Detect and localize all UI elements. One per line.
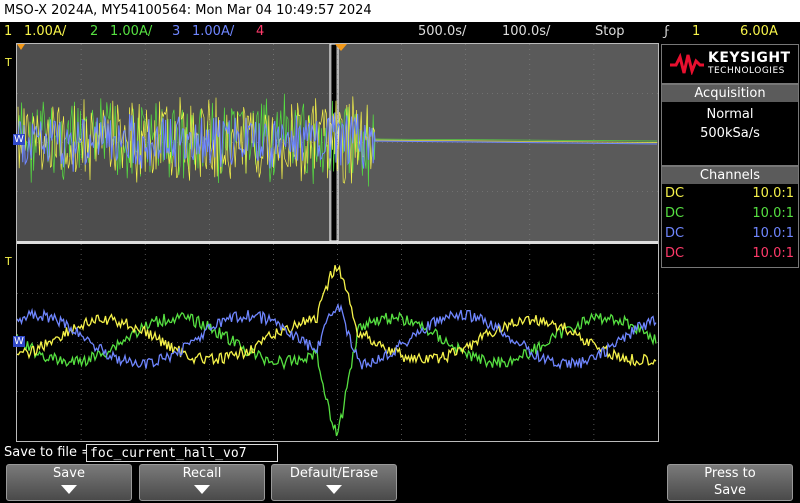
keysight-wave-icon <box>670 53 704 75</box>
filename-input[interactable] <box>86 444 278 462</box>
trigger-level[interactable]: 6.00A <box>740 22 778 42</box>
zone-divider <box>17 241 658 244</box>
brand-name: KEYSIGHT <box>708 50 791 66</box>
channel-coupling: DC <box>665 206 685 221</box>
arrow-down-icon <box>326 485 342 494</box>
status-bar: 1 1.00A/ 2 1.00A/ 3 1.00A/ 4 500.0s/ 100… <box>0 22 800 42</box>
lower-ground-marker[interactable]: W <box>13 336 25 347</box>
channel-probe: 10.0:1 <box>752 186 794 201</box>
default-erase-softkey[interactable]: Default/Erase <box>271 464 397 501</box>
save-softkey-label: Save <box>53 466 85 481</box>
acquisition-rate: 500kSa/s <box>700 126 760 141</box>
lower-traces <box>17 264 657 437</box>
channel-coupling: DC <box>665 226 685 241</box>
trigger-channel[interactable]: 1 <box>692 22 700 42</box>
window-title: MSO-X 2024A, MY54100564: Mon Mar 04 10:4… <box>4 3 372 18</box>
channel-probe: 10.0:1 <box>752 246 794 261</box>
ch3-number[interactable]: 3 <box>172 22 180 42</box>
timebase[interactable]: 500.0s/ <box>418 22 466 42</box>
upper-ground-marker[interactable]: W <box>13 134 25 145</box>
press-to-save-softkey[interactable]: Press to Save <box>667 464 793 501</box>
lower-trigger-level-marker[interactable]: T <box>5 255 12 268</box>
upper-trigger-level-marker[interactable]: T <box>5 56 12 69</box>
press-to-save-label-2: Save <box>714 483 746 498</box>
brand-sub: TECHNOLOGIES <box>708 66 785 76</box>
save-to-file-label: Save to file = <box>4 445 93 460</box>
channel-row: DC 10.0:1 <box>662 204 798 224</box>
right-panel: KEYSIGHT TECHNOLOGIES Acquisition Normal… <box>659 44 800 269</box>
channel-row: DC 10.0:1 <box>662 184 798 204</box>
ch3-scale[interactable]: 1.00A/ <box>192 22 234 42</box>
arrow-down-icon <box>194 485 210 494</box>
channel-row: DC 10.0:1 <box>662 244 798 264</box>
recall-softkey-label: Recall <box>182 466 222 481</box>
ch1-number[interactable]: 1 <box>4 22 12 42</box>
channel-coupling: DC <box>665 246 685 261</box>
channel-row: DC 10.0:1 <box>662 224 798 244</box>
waveform-display[interactable]: T T W W <box>5 43 659 442</box>
ch2-scale[interactable]: 1.00A/ <box>110 22 152 42</box>
lower-trace-ch3 <box>17 302 657 370</box>
acquisition-panel[interactable]: Acquisition Normal 500kSa/s <box>661 84 799 166</box>
channels-panel[interactable]: Channels DC 10.0:1 DC 10.0:1 DC 10.0:1 D… <box>661 166 799 268</box>
ch4-number[interactable]: 4 <box>256 22 264 42</box>
run-state: Stop <box>595 24 625 39</box>
save-softkey[interactable]: Save <box>6 464 132 501</box>
title-bar: MSO-X 2024A, MY54100564: Mon Mar 04 10:4… <box>0 0 800 22</box>
channel-coupling: DC <box>665 186 685 201</box>
recall-softkey[interactable]: Recall <box>139 464 265 501</box>
acquisition-mode: Normal <box>706 107 754 122</box>
trigger-edge-icon: ϝ <box>664 24 670 39</box>
ch1-scale[interactable]: 1.00A/ <box>24 22 66 42</box>
acquisition-title: Acquisition <box>662 85 798 102</box>
keysight-logo: KEYSIGHT TECHNOLOGIES <box>661 44 799 84</box>
lower-trace-ch2 <box>17 311 657 437</box>
default-erase-softkey-label: Default/Erase <box>289 466 379 481</box>
waveform-svg <box>17 44 658 441</box>
arrow-down-icon <box>61 485 77 494</box>
channel-probe: 10.0:1 <box>752 206 794 221</box>
delay[interactable]: 100.0s/ <box>502 22 550 42</box>
ch2-number[interactable]: 2 <box>90 22 98 42</box>
channels-title: Channels <box>662 167 798 184</box>
press-to-save-label-1: Press to <box>704 466 756 481</box>
lower-grid <box>17 244 658 441</box>
channel-probe: 10.0:1 <box>752 226 794 241</box>
